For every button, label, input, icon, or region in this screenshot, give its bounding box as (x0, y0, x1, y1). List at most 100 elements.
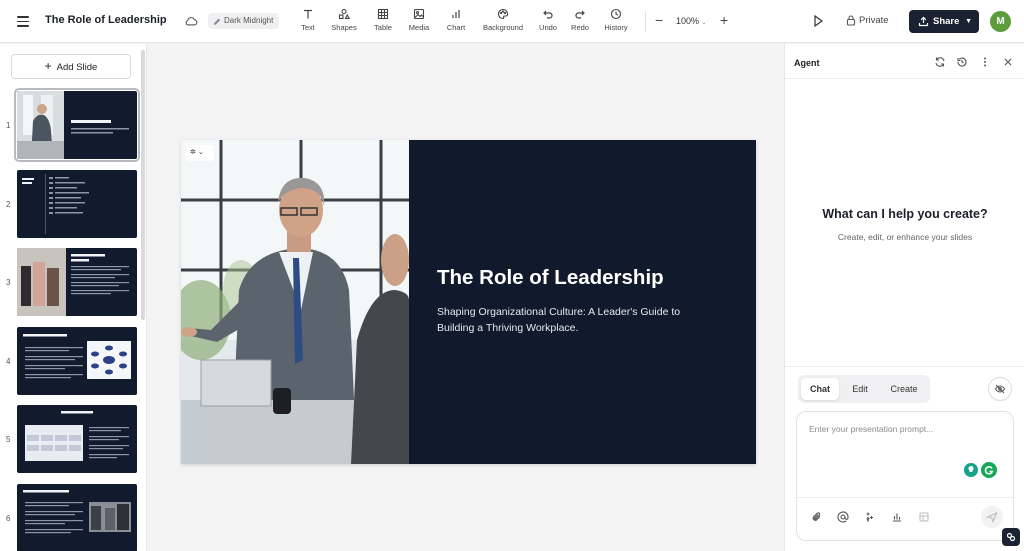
add-slide-label: Add Slide (56, 62, 98, 73)
tool-text[interactable]: Text (298, 8, 318, 34)
agent-heading: What can I help you create? (822, 207, 988, 221)
slide-preview-image (23, 490, 131, 534)
tool-shapes[interactable]: Shapes (330, 8, 358, 34)
tool-label: Redo (571, 23, 589, 32)
theme-selector[interactable]: Dark Midnight (208, 13, 280, 29)
scrollbar[interactable] (141, 50, 145, 320)
redo-button[interactable]: Redo (570, 8, 590, 34)
mention-icon[interactable] (837, 511, 849, 523)
slide-number: 3 (6, 278, 11, 287)
send-icon (986, 511, 998, 523)
slide-preview (17, 405, 137, 473)
top-bar: The Role of Leadership Dark Midnight Tex… (0, 0, 1024, 43)
slide-preview (17, 170, 137, 238)
tab-edit[interactable]: Edit (842, 378, 878, 400)
divider (785, 78, 1024, 79)
refresh-icon[interactable] (934, 56, 946, 68)
tool-label: Chart (446, 23, 466, 32)
lock-icon (846, 15, 856, 26)
chart-icon[interactable] (891, 511, 903, 523)
zoom-level-dropdown[interactable]: 100% ⌄ (676, 16, 707, 26)
eye-off-icon (994, 384, 1006, 394)
slide-thumbnail[interactable]: 1 (0, 88, 140, 163)
slide-number: 6 (6, 514, 11, 523)
menu-icon[interactable] (14, 12, 32, 30)
chevron-down-icon: ⌄ (701, 20, 707, 26)
slide-preview (14, 88, 140, 162)
slide-thumbnail[interactable]: 4 (0, 327, 140, 399)
cloud-sync-icon (185, 17, 198, 26)
undo-icon (543, 10, 553, 19)
private-button[interactable]: Private (846, 15, 889, 26)
link-icon (1006, 532, 1016, 542)
tool-label: Undo (539, 23, 557, 32)
layout-icon[interactable] (918, 511, 930, 523)
chart-icon (452, 10, 460, 18)
chevron-down-icon: ▼ (965, 18, 972, 25)
slide-preview-image (23, 334, 131, 379)
tool-label: Text (301, 23, 315, 32)
upload-icon (918, 16, 929, 27)
slide-preview-image (17, 91, 129, 159)
document-title[interactable]: The Role of Leadership (45, 14, 167, 26)
private-label: Private (859, 15, 889, 26)
slide-preview-image (25, 411, 129, 461)
share-label: Share (933, 16, 960, 27)
add-slide-button[interactable]: + Add Slide (11, 54, 131, 79)
brush-icon (214, 18, 221, 25)
history-icon (610, 8, 622, 20)
history-button[interactable]: History (602, 8, 630, 34)
slide-photo[interactable] (181, 140, 409, 464)
slide-title[interactable]: The Role of Leadership (437, 266, 664, 290)
slide-thumbnail[interactable]: 5 (0, 405, 140, 477)
prompt-box (796, 411, 1014, 541)
slide-thumbnail[interactable]: 2 (0, 170, 140, 242)
share-button[interactable]: Share ▼ (909, 10, 979, 33)
slide-number: 4 (6, 357, 11, 366)
send-button[interactable] (981, 506, 1003, 528)
history-icon[interactable] (956, 56, 968, 68)
media-icon (413, 8, 425, 20)
tool-chart[interactable]: Chart (445, 8, 467, 34)
tab-chat[interactable]: Chat (801, 378, 839, 400)
palette-icon (497, 8, 509, 20)
tool-background[interactable]: Background (480, 8, 526, 34)
tool-label: Table (374, 23, 392, 32)
divider (785, 366, 1024, 367)
hide-preview-button[interactable] (988, 377, 1012, 401)
agent-panel: Agent What can I help you create? Create… (784, 44, 1024, 551)
extension-icons[interactable] (963, 460, 999, 480)
undo-button[interactable]: Undo (538, 8, 558, 34)
prompt-input[interactable] (809, 424, 999, 464)
extension-corner-button[interactable] (1002, 528, 1020, 546)
toolbar-divider (645, 12, 646, 32)
play-icon[interactable] (812, 14, 824, 28)
slide-canvas[interactable]: ✲ ⌄ The Role of Leadership Shaping Organ… (181, 140, 756, 464)
slide-subtitle[interactable]: Shaping Organizational Culture: A Leader… (437, 305, 707, 336)
redo-icon (575, 10, 585, 19)
image-options-button[interactable]: ✲ ⌄ (186, 145, 214, 161)
zoom-level: 100% (676, 16, 700, 26)
tab-create[interactable]: Create (882, 378, 926, 400)
tool-media[interactable]: Media (407, 8, 431, 34)
tool-label: Media (408, 23, 430, 32)
shapes-icon (338, 8, 350, 20)
tool-label: Background (482, 23, 524, 32)
tool-table[interactable]: Table (372, 8, 394, 34)
close-icon[interactable] (1002, 56, 1014, 68)
slide-preview (17, 248, 137, 316)
sparkle-icon[interactable] (863, 511, 875, 523)
paperclip-icon[interactable] (811, 511, 823, 523)
slide-thumbnail[interactable]: 3 (0, 248, 140, 320)
chevron-down-icon: ⌄ (197, 149, 204, 156)
slide-thumbnail[interactable]: 6 (0, 484, 140, 551)
zoom-in-button[interactable]: + (720, 12, 728, 28)
text-icon (304, 9, 312, 19)
zoom-out-button[interactable]: − (655, 13, 663, 27)
more-options-icon[interactable] (979, 56, 991, 68)
plus-icon: + (44, 59, 52, 73)
slide-preview-image (22, 174, 89, 234)
user-avatar[interactable]: M (990, 11, 1011, 32)
divider (797, 497, 1013, 498)
slide-preview (17, 484, 137, 551)
